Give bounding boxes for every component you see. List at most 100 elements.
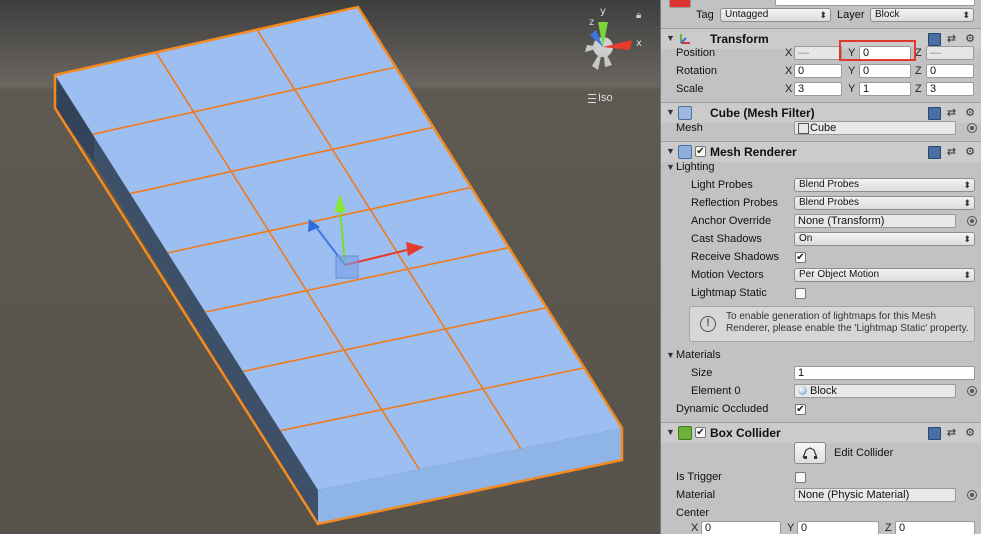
center-y-field[interactable]: 0: [797, 521, 879, 534]
settings-gear-icon: ⚙: [965, 107, 978, 119]
is-trigger-checkbox[interactable]: [795, 472, 806, 483]
layer-label: Layer: [837, 9, 865, 21]
object-picker-icon[interactable]: [967, 386, 977, 396]
help-book-icon: [927, 106, 941, 120]
anchor-override-field[interactable]: None (Transform): [794, 214, 956, 228]
scene-canvas[interactable]: z y x: [0, 0, 660, 534]
scene-view[interactable]: z y x 🔒︎ Iso: [0, 0, 660, 534]
collider-material-row: Material None (Physic Material): [661, 487, 981, 505]
position-x-field[interactable]: —: [794, 46, 842, 60]
tag-layer-row: Tag Untagged Layer Block: [661, 7, 981, 25]
transform-icon: [678, 32, 692, 46]
dynamic-occluded-row: Dynamic Occluded ✔: [661, 401, 981, 419]
mesh-icon: [798, 123, 809, 134]
object-picker-icon[interactable]: [967, 123, 977, 133]
preset-icon: ⇄: [946, 107, 960, 119]
materials-size-field[interactable]: 1: [794, 366, 975, 380]
reflection-probes-dropdown[interactable]: Blend Probes: [794, 196, 975, 210]
component-tools[interactable]: ⇄ ⚙: [927, 426, 978, 440]
gizmo-label-x: x: [636, 38, 642, 49]
preset-icon: ⇄: [946, 427, 960, 439]
reflection-probes-row: Reflection Probes Blend Probes: [661, 195, 981, 213]
materials-foldout[interactable]: ▼ Materials: [661, 347, 981, 365]
tag-dropdown[interactable]: Untagged: [720, 8, 831, 22]
axis-x-label: X: [785, 47, 793, 59]
element0-row: Element 0 Block: [661, 383, 981, 401]
scale-row: Scale X 3 Y 1 Z 3: [661, 81, 981, 99]
mesh-renderer-icon: [678, 145, 692, 159]
materials-size-row: Size 1: [661, 365, 981, 383]
help-book-icon: [927, 426, 941, 440]
edit-collider-icon: [802, 447, 818, 459]
materials-size-label: Size: [691, 367, 713, 379]
motion-vectors-dropdown[interactable]: Per Object Motion: [794, 268, 975, 282]
box-collider-header[interactable]: ▼ ✔ Box Collider ⇄ ⚙: [661, 422, 981, 443]
receive-shadows-label: Receive Shadows: [691, 251, 780, 263]
materials-label: Materials: [676, 349, 721, 361]
scale-x-field[interactable]: 3: [794, 82, 842, 96]
settings-gear-icon: ⚙: [965, 427, 978, 439]
center-x-field[interactable]: 0: [701, 521, 781, 534]
light-probes-dropdown[interactable]: Blend Probes: [794, 178, 975, 192]
layer-dropdown[interactable]: Block: [870, 8, 974, 22]
position-z-field[interactable]: —: [926, 46, 974, 60]
mesh-row: Mesh Cube: [661, 120, 981, 138]
object-name-field[interactable]: [775, 0, 975, 6]
component-tools[interactable]: ⇄ ⚙: [927, 32, 978, 46]
scale-y-field[interactable]: 1: [859, 82, 911, 96]
box-collider-enabled-checkbox[interactable]: ✔: [695, 427, 706, 438]
edit-collider-label: Edit Collider: [834, 447, 894, 459]
rotation-z-field[interactable]: 0: [926, 64, 974, 78]
motion-vectors-row: Motion Vectors Per Object Motion: [661, 267, 981, 285]
anchor-override-label: Anchor Override: [691, 215, 772, 227]
lightmap-help-box: ! To enable generation of lightmaps for …: [689, 306, 975, 342]
cast-shadows-dropdown[interactable]: On: [794, 232, 975, 246]
center-label: Center: [676, 507, 710, 519]
object-picker-icon[interactable]: [967, 490, 977, 500]
collider-material-label: Material: [676, 489, 716, 501]
receive-shadows-row: Receive Shadows ✔: [661, 249, 981, 267]
dynamic-occluded-label: Dynamic Occluded: [676, 403, 769, 415]
light-probes-row: Light Probes Blend Probes: [661, 177, 981, 195]
edit-collider-button[interactable]: [794, 442, 826, 464]
motion-vectors-label: Motion Vectors: [691, 269, 764, 281]
rotation-x-field[interactable]: 0: [794, 64, 842, 78]
foldout-arrow-icon[interactable]: ▼: [666, 107, 675, 117]
receive-shadows-checkbox[interactable]: ✔: [795, 252, 806, 263]
reflection-probes-label: Reflection Probes: [691, 197, 778, 209]
foldout-arrow-icon[interactable]: ▼: [666, 146, 675, 156]
lightmap-static-checkbox[interactable]: [795, 288, 806, 299]
gizmo-plane-handle: [335, 255, 359, 279]
center-z-field[interactable]: 0: [895, 521, 975, 534]
mesh-renderer-enabled-checkbox[interactable]: ✔: [695, 146, 706, 157]
component-tools[interactable]: ⇄ ⚙: [927, 145, 978, 159]
settings-gear-icon: ⚙: [965, 33, 978, 45]
position-y-highlight: [839, 40, 916, 61]
settings-gear-icon: ⚙: [965, 146, 978, 158]
mesh-object-field[interactable]: Cube: [794, 121, 956, 135]
collider-material-field[interactable]: None (Physic Material): [794, 488, 956, 502]
lock-icon[interactable]: 🔒︎: [636, 10, 641, 21]
tag-label: Tag: [696, 9, 714, 21]
axis-y-label: Y: [848, 83, 856, 95]
is-trigger-label: Is Trigger: [676, 471, 722, 483]
rotation-y-field[interactable]: 0: [859, 64, 911, 78]
foldout-arrow-icon[interactable]: ▼: [666, 350, 675, 360]
axis-x-label: X: [691, 522, 699, 534]
position-row: Position X — Y 0 Z —: [661, 45, 981, 63]
foldout-arrow-icon[interactable]: ▼: [666, 33, 675, 43]
component-tools[interactable]: ⇄ ⚙: [927, 106, 978, 120]
element0-object-field[interactable]: Block: [794, 384, 956, 398]
mesh-filter-icon: [678, 106, 692, 120]
scale-z-field[interactable]: 3: [926, 82, 974, 96]
scale-label: Scale: [676, 83, 704, 95]
foldout-arrow-icon[interactable]: ▼: [666, 162, 675, 172]
box-collider-title: Box Collider: [710, 426, 781, 440]
object-picker-icon[interactable]: [967, 216, 977, 226]
view-mode-toggle[interactable]: Iso: [588, 92, 613, 104]
dynamic-occluded-checkbox[interactable]: ✔: [795, 404, 806, 415]
mesh-filter-title: Cube (Mesh Filter): [710, 106, 815, 120]
position-label: Position: [676, 47, 716, 59]
foldout-arrow-icon[interactable]: ▼: [666, 427, 675, 437]
lighting-foldout[interactable]: ▼ Lighting: [661, 159, 981, 177]
